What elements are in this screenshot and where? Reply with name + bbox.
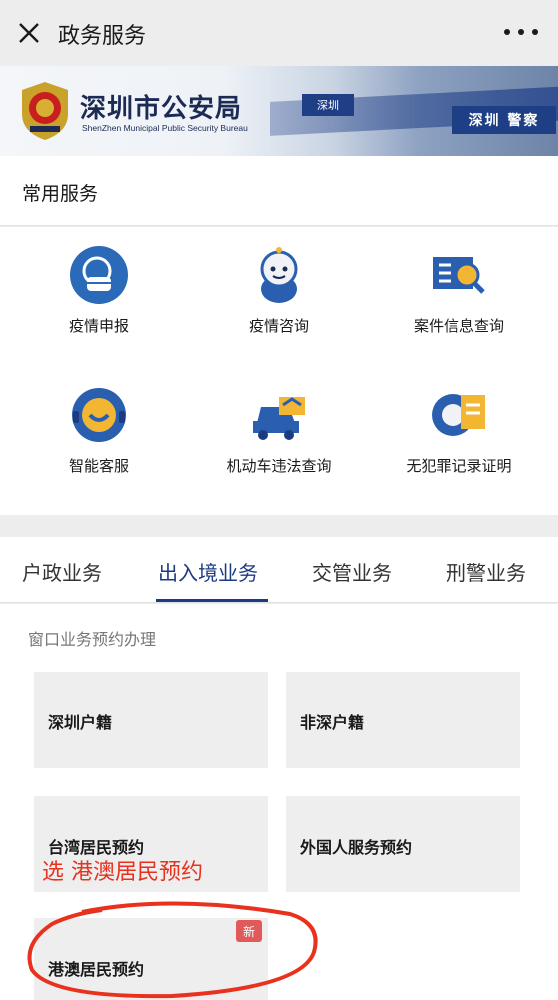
more-icon[interactable]: [504, 22, 538, 42]
tab-criminal[interactable]: 刑警业务: [446, 557, 526, 586]
annotation-circle: [27, 901, 318, 999]
service-label: 疫情申报: [68, 317, 129, 335]
banner-sign-right: 深圳 警察: [452, 106, 556, 134]
services-grid: 疫情申报 疫情咨询 案件信息查询 智能客服 机动车违法查询 无犯罪记录证明: [0, 227, 558, 515]
tab-entry-exit[interactable]: 出入境业务: [158, 557, 258, 586]
service-case-query[interactable]: 案件信息查询: [366, 227, 552, 357]
service-label: 机动车违法查询: [226, 457, 332, 475]
card-non-shenzhen-household[interactable]: 非深户籍: [286, 672, 520, 768]
tab-household[interactable]: 户政业务: [22, 557, 102, 586]
page-title: 政务服务: [58, 24, 147, 49]
service-no-crime-certificate[interactable]: 无犯罪记录证明: [366, 367, 552, 497]
tab-traffic[interactable]: 交管业务: [312, 557, 392, 586]
section-divider: [0, 515, 558, 537]
bureau-name: 深圳市公安局: [80, 94, 243, 124]
top-bar: 政务服务: [0, 0, 558, 66]
service-label: 无犯罪记录证明: [406, 457, 512, 475]
service-label: 疫情咨询: [248, 317, 309, 335]
card-foreigner-service[interactable]: 外国人服务预约: [286, 796, 520, 892]
service-label: 智能客服: [68, 457, 129, 475]
smart-service-icon: [72, 388, 126, 442]
section-title: 常用服务: [22, 183, 99, 205]
appointment-subtitle: 窗口业务预约办理: [28, 630, 157, 649]
business-tabs: 户政业务 出入境业务 交管业务 刑警业务: [0, 537, 558, 603]
service-label: 案件信息查询: [413, 317, 504, 335]
active-tab-indicator: [156, 599, 268, 602]
mascot-icon: [260, 247, 298, 303]
banner: 深圳市公安局 ShenZhen Municipal Public Securit…: [0, 66, 558, 156]
service-vehicle-violation[interactable]: 机动车违法查询: [186, 367, 372, 497]
case-search-icon: [433, 257, 485, 294]
card-label: 深圳户籍: [48, 713, 113, 732]
service-smart-assistant[interactable]: 智能客服: [6, 367, 192, 497]
card-label: 非深户籍: [300, 713, 365, 732]
vehicle-icon: [253, 397, 305, 440]
close-icon[interactable]: [14, 18, 44, 48]
card-label: 外国人服务预约: [300, 838, 413, 857]
bureau-subtitle: ShenZhen Municipal Public Security Burea…: [82, 123, 248, 133]
certificate-icon: [432, 394, 485, 436]
service-epidemic-consult[interactable]: 疫情咨询: [186, 227, 372, 357]
mask-face-icon: [70, 246, 128, 304]
common-services-header: 常用服务: [0, 156, 558, 226]
annotation-text: 选 港澳居民预约: [42, 860, 203, 885]
service-epidemic-report[interactable]: 疫情申报: [6, 227, 192, 357]
banner-sign-left: 深圳: [302, 94, 354, 116]
police-emblem-icon: [22, 82, 68, 140]
card-shenzhen-household[interactable]: 深圳户籍: [34, 672, 268, 768]
